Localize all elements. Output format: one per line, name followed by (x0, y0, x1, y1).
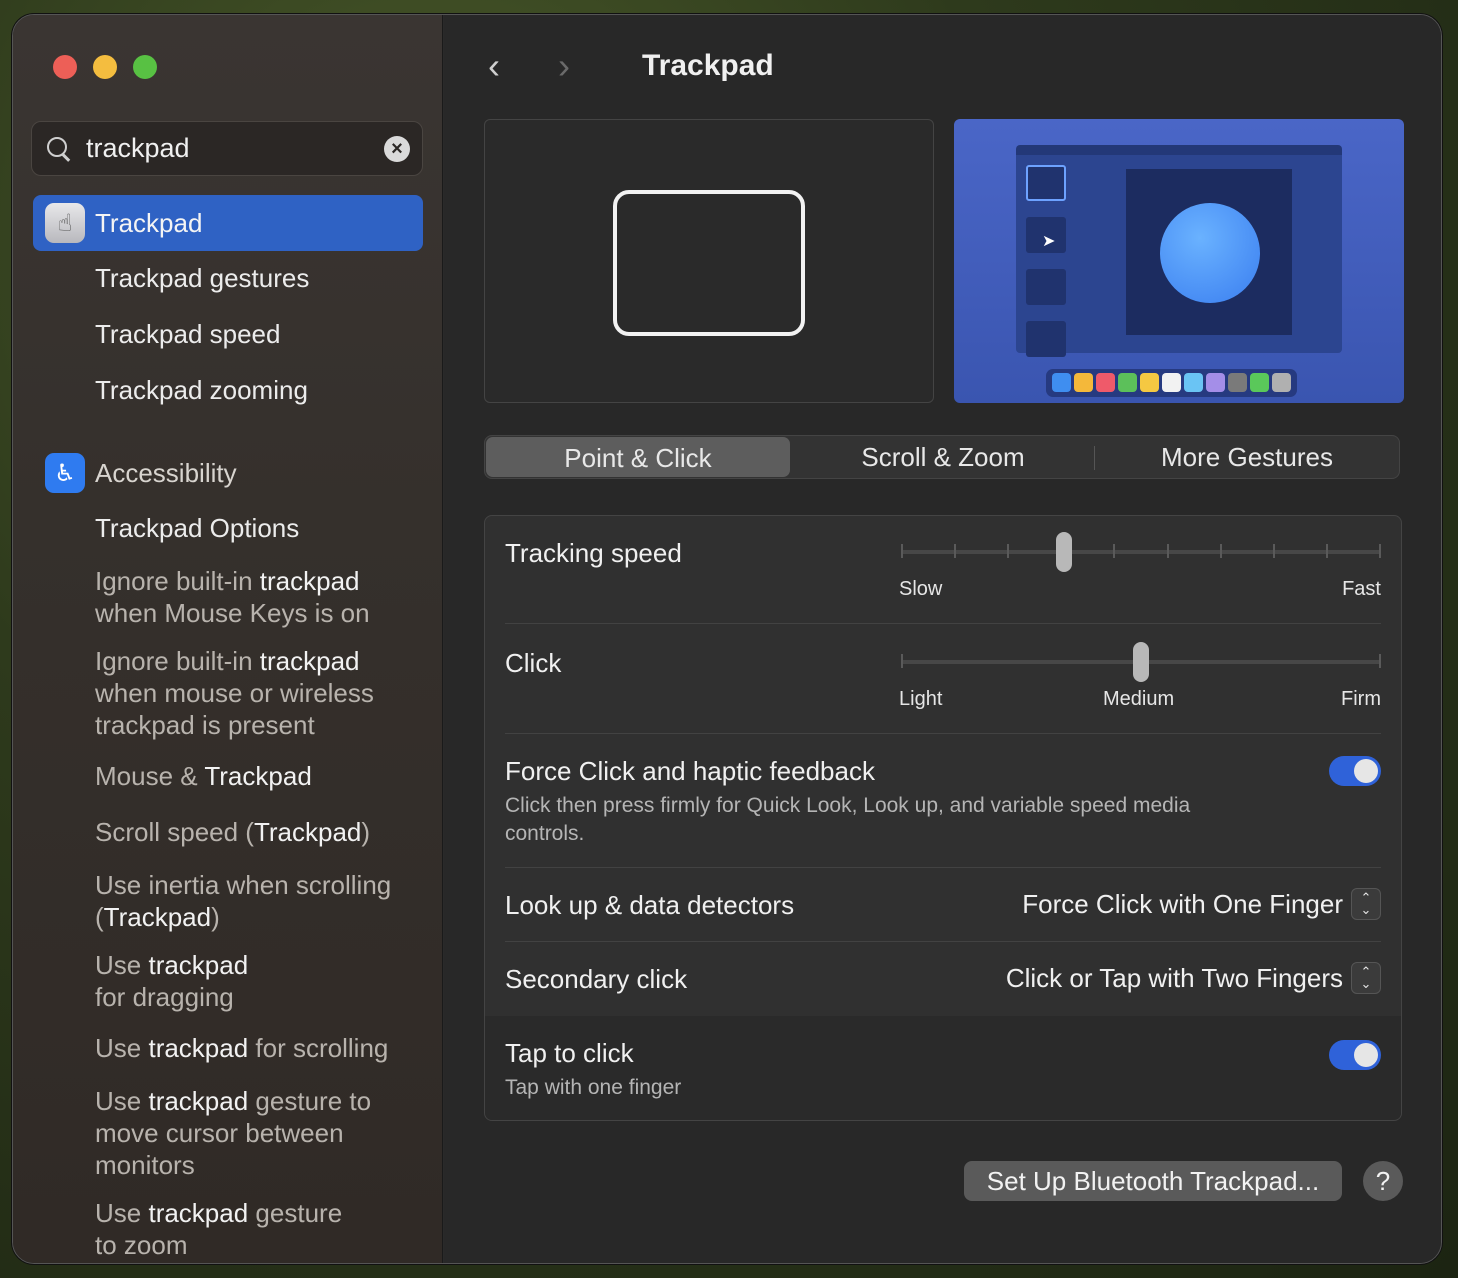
click-light-label: Light (899, 688, 943, 710)
tap-to-click-row: Tap to click Tap with one finger (485, 1016, 1401, 1120)
sidebar-item-mouse-trackpad[interactable]: Mouse & Trackpad (95, 761, 435, 792)
dock-app-icon (1074, 373, 1093, 392)
gesture-preview: ➤ (954, 119, 1404, 403)
slider-tick (954, 544, 957, 558)
force-click-description: Click then press firmly for Quick Look, … (505, 794, 1191, 845)
tracking-speed-knob[interactable] (1056, 532, 1073, 572)
slider-tick (1113, 544, 1116, 558)
updown-chevron-icon: ⌃ ⌄ (1351, 888, 1381, 920)
slider-tick (1379, 544, 1381, 558)
sidebar-item-trackpad-gestures[interactable]: Trackpad gestures (95, 263, 435, 294)
click-row: Click Light Medium Firm (505, 624, 1381, 734)
slider-min-label: Slow (899, 578, 943, 600)
tab-scroll-zoom[interactable]: Scroll & Zoom (791, 436, 1095, 478)
accessibility-icon: ♿ (45, 453, 85, 493)
slider-tick (1272, 544, 1275, 558)
settings-panel: Tracking speed Slow Fast Click Light Med… (484, 515, 1402, 1121)
main-pane: ‹ › Trackpad ➤ Point & Click Scroll & Zo… (444, 15, 1441, 1263)
sidebar-item-gesture-move[interactable]: Use trackpad gesture to move cursor betw… (95, 1085, 435, 1181)
dock-app-icon (1250, 373, 1269, 392)
page-title: Trackpad (642, 49, 774, 82)
slider-max-label: Fast (1342, 578, 1381, 600)
lookup-popup[interactable]: Force Click with One Finger ⌃ ⌄ (1022, 888, 1381, 920)
zoom-window-button[interactable] (133, 55, 157, 79)
tracking-speed-row: Tracking speed Slow Fast (505, 516, 1381, 624)
trackpad-preview (484, 119, 934, 403)
search-field[interactable]: trackpad × (31, 121, 423, 176)
tap-to-click-label: Tap to click (505, 1038, 634, 1068)
sidebar-item-ignore-mouse-keys[interactable]: Ignore built-in trackpad when Mouse Keys… (95, 565, 435, 629)
clear-search-icon[interactable]: × (384, 135, 410, 162)
sidebar-section-accessibility[interactable]: ♿ Accessibility (33, 453, 423, 493)
dock-app-icon (1140, 373, 1159, 392)
tracking-speed-label: Tracking speed (505, 538, 682, 568)
sidebar-item-scroll-speed[interactable]: Scroll speed (Trackpad) (95, 817, 435, 848)
help-button[interactable]: ? (1363, 1161, 1403, 1201)
force-click-row: Force Click and haptic feedback Click th… (505, 734, 1381, 868)
dock-app-icon (1052, 373, 1071, 392)
tab-point-click[interactable]: Point & Click (486, 437, 790, 477)
sidebar-item-dragging[interactable]: Use trackpad for dragging (95, 949, 435, 1013)
slider-tick (1166, 544, 1169, 558)
tap-to-click-toggle[interactable] (1329, 1040, 1381, 1070)
sidebar-item-ignore-wireless[interactable]: Ignore built-in trackpad when mouse or w… (95, 645, 435, 741)
section-label: Accessibility (95, 457, 237, 488)
dock-app-icon (1096, 373, 1115, 392)
click-label: Click (505, 648, 562, 678)
tab-more-gestures[interactable]: More Gestures (1095, 436, 1399, 478)
dock-app-icon (1118, 373, 1137, 392)
slider-tick (901, 544, 903, 558)
search-icon (44, 134, 74, 164)
trackpad-outline (613, 190, 805, 336)
secondary-click-label: Secondary click (505, 964, 688, 994)
dock-app-icon (1162, 373, 1181, 392)
trackpad-app-icon: ☝ (45, 203, 85, 243)
close-window-button[interactable] (53, 55, 77, 79)
back-chevron-icon[interactable]: ‹ (488, 45, 528, 87)
minimize-window-button[interactable] (93, 55, 117, 79)
settings-window: trackpad × ☝ Trackpad Trackpad gestures … (12, 14, 1442, 1264)
sidebar-item-trackpad-options[interactable]: Trackpad Options (95, 513, 435, 544)
sidebar-item-label: Trackpad (95, 207, 203, 238)
setup-bluetooth-trackpad-button[interactable]: Set Up Bluetooth Trackpad... (964, 1161, 1342, 1201)
secondary-click-popup[interactable]: Click or Tap with Two Fingers ⌃ ⌄ (1006, 962, 1381, 994)
click-slider[interactable] (901, 642, 1381, 682)
sidebar-item-gesture-zoom[interactable]: Use trackpad gesture to zoom (95, 1197, 435, 1261)
dock-app-icon (1206, 373, 1225, 392)
sidebar-item-trackpad-zooming[interactable]: Trackpad zooming (95, 375, 435, 406)
click-medium-label: Medium (1103, 688, 1175, 710)
sidebar-item-inertia[interactable]: Use inertia when scrolling (Trackpad) (95, 869, 435, 933)
toolbar: ‹ › Trackpad (488, 45, 774, 87)
sidebar-item-trackpad[interactable]: ☝ Trackpad (33, 195, 423, 251)
click-firm-label: Firm (1341, 688, 1381, 710)
slider-tick (1007, 544, 1010, 558)
dock-app-icon (1272, 373, 1291, 392)
sidebar: trackpad × ☝ Trackpad Trackpad gestures … (13, 15, 443, 1263)
lookup-row: Look up & data detectors Force Click wit… (505, 868, 1381, 942)
dock-app-icon (1228, 373, 1247, 392)
sidebar-item-scrolling[interactable]: Use trackpad for scrolling (95, 1033, 435, 1064)
tap-to-click-description: Tap with one finger (505, 1076, 682, 1099)
sidebar-item-trackpad-speed[interactable]: Trackpad speed (95, 319, 435, 350)
force-click-toggle[interactable] (1329, 756, 1381, 786)
preview-window (1016, 145, 1342, 357)
slider-tick (1325, 544, 1328, 558)
tab-bar: Point & Click Scroll & Zoom More Gesture… (484, 435, 1400, 479)
force-click-label: Force Click and haptic feedback (505, 756, 875, 786)
lookup-label: Look up & data detectors (505, 890, 795, 920)
preview-dock (1046, 369, 1297, 397)
dock-app-icon (1184, 373, 1203, 392)
slider-tick (1219, 544, 1222, 558)
cursor-icon: ➤ (1042, 233, 1056, 250)
preview-circle (1160, 203, 1260, 303)
search-input[interactable]: trackpad (86, 133, 384, 164)
updown-chevron-icon: ⌃ ⌄ (1351, 962, 1381, 994)
forward-chevron-icon[interactable]: › (558, 45, 598, 87)
tracking-speed-slider[interactable] (901, 532, 1381, 572)
window-controls (53, 55, 157, 79)
secondary-click-row: Secondary click Click or Tap with Two Fi… (505, 942, 1381, 1016)
click-slider-knob[interactable] (1133, 642, 1149, 682)
